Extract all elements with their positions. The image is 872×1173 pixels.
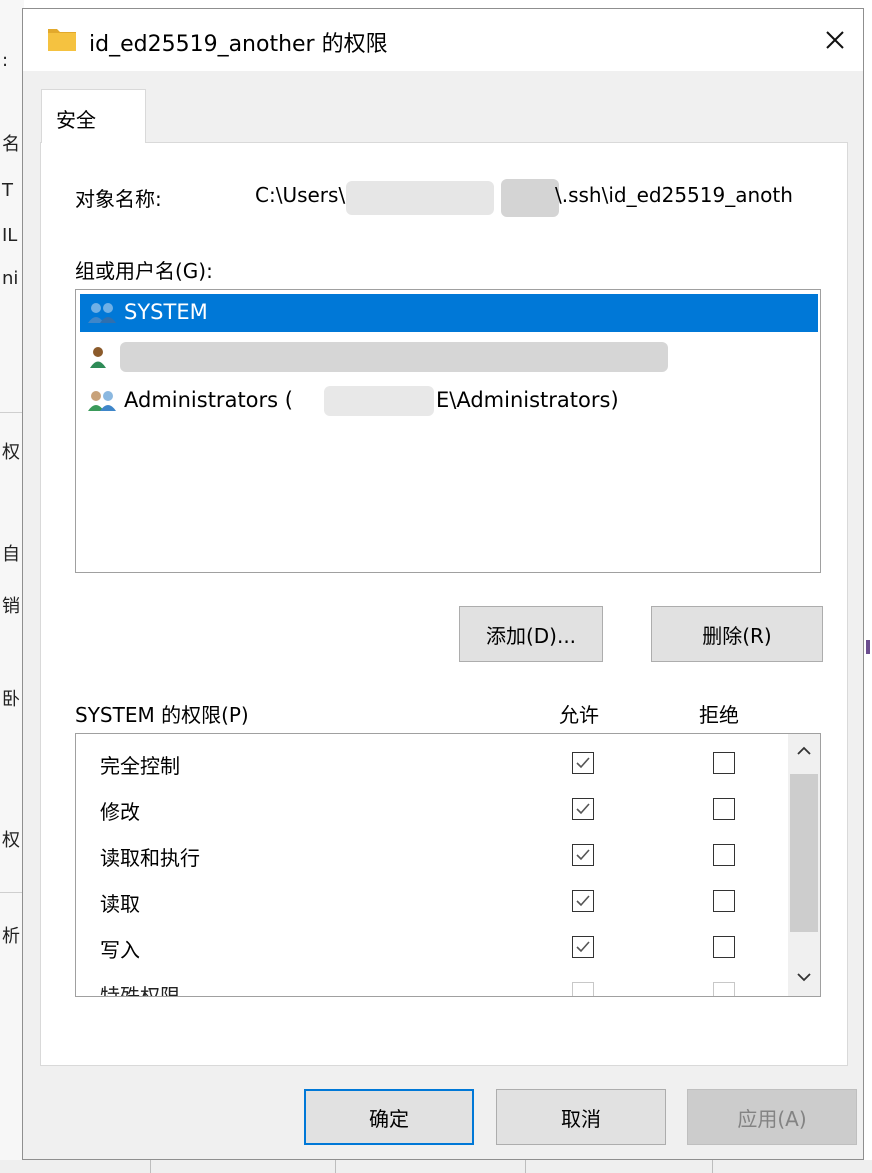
permissions-list[interactable]: 完全控制 修改 读取和执行 读取 写入 特殊权限	[75, 733, 821, 997]
add-button[interactable]: 添加(D)...	[459, 606, 603, 662]
background-text: :	[2, 50, 9, 71]
deny-checkbox[interactable]	[713, 752, 735, 774]
deny-checkbox[interactable]	[713, 844, 735, 866]
object-path-start: C:\Users\	[255, 183, 346, 207]
background-divider	[0, 892, 24, 893]
background-text: 析	[2, 926, 20, 947]
allow-checkbox[interactable]	[572, 936, 594, 958]
background-text: 销	[2, 596, 20, 617]
checkmark-icon	[576, 895, 590, 907]
checkmark-icon	[576, 849, 590, 861]
background-window: : 名 T IL ni 权 自 销 卧 权 析	[0, 0, 24, 1173]
background-divider	[0, 412, 24, 413]
security-panel: 对象名称: C:\Users\ \.ssh\id_ed25519_anoth 组…	[40, 142, 848, 1066]
checkmark-icon	[576, 757, 590, 769]
deny-checkbox[interactable]	[713, 798, 735, 820]
user-row-redacted[interactable]	[80, 338, 818, 376]
deny-checkbox[interactable]	[713, 890, 735, 912]
group-user-label: 组或用户名(G):	[75, 259, 213, 283]
permission-row-special: 特殊权限	[76, 970, 786, 997]
group-users-icon	[88, 303, 116, 323]
user-name-tail: E\Administrators)	[436, 388, 619, 412]
background-text: IL	[2, 225, 18, 246]
dialog-title: id_ed25519_another 的权限	[89, 32, 388, 57]
scroll-down-arrow[interactable]	[788, 960, 820, 994]
redacted-region	[346, 181, 494, 215]
permission-row-full-control: 完全控制	[76, 740, 786, 786]
permission-row-modify: 修改	[76, 786, 786, 832]
permission-name: 写入	[100, 938, 140, 962]
object-name-label: 对象名称:	[75, 187, 162, 211]
permission-name: 修改	[100, 800, 140, 824]
deny-checkbox[interactable]	[713, 982, 735, 996]
permission-name: 读取	[100, 892, 140, 916]
permissions-dialog: id_ed25519_another 的权限 对象名称: C:\Users\ \…	[22, 8, 864, 1160]
permission-name: 读取和执行	[100, 846, 200, 870]
close-icon[interactable]	[815, 20, 855, 60]
permission-row-read: 读取	[76, 878, 786, 924]
cancel-button[interactable]: 取消	[496, 1089, 666, 1145]
allow-checkbox[interactable]	[572, 982, 594, 996]
background-accent	[866, 640, 870, 654]
ok-button[interactable]: 确定	[304, 1089, 474, 1145]
apply-button[interactable]: 应用(A)	[687, 1089, 857, 1145]
background-text: 权	[2, 442, 20, 463]
checkmark-icon	[576, 803, 590, 815]
chevron-down-icon	[797, 973, 811, 982]
user-list[interactable]: SYSTEM Administrators ( E\Administrators…	[75, 289, 821, 573]
allow-checkbox[interactable]	[572, 844, 594, 866]
permission-name: 完全控制	[100, 754, 180, 778]
allow-header: 允许	[559, 703, 599, 727]
allow-checkbox[interactable]	[572, 798, 594, 820]
redacted-region	[120, 342, 668, 372]
group-users-icon	[88, 391, 116, 411]
user-name: Administrators (	[124, 388, 293, 412]
user-row-administrators[interactable]: Administrators ( E\Administrators)	[80, 382, 818, 420]
background-text: ni	[2, 268, 19, 289]
permission-name: 特殊权限	[100, 984, 180, 997]
permissions-scrollbar[interactable]	[788, 734, 820, 996]
permissions-label: SYSTEM 的权限(P)	[75, 703, 249, 727]
tab-security[interactable]: 安全	[41, 89, 146, 143]
user-name: SYSTEM	[124, 300, 208, 324]
user-icon	[90, 347, 106, 368]
object-path-end: \.ssh\id_ed25519_anoth	[555, 183, 793, 207]
permission-row-read-execute: 读取和执行	[76, 832, 786, 878]
tab-label: 安全	[56, 108, 96, 132]
chevron-up-icon	[797, 746, 811, 755]
redacted-region	[324, 386, 434, 416]
title-bar[interactable]: id_ed25519_another 的权限	[23, 9, 863, 71]
user-row-system[interactable]: SYSTEM	[80, 294, 818, 332]
background-taskbar	[0, 1160, 872, 1173]
folder-icon	[48, 29, 76, 51]
scroll-up-arrow[interactable]	[788, 734, 820, 768]
checkmark-icon	[576, 941, 590, 953]
background-text: 权	[2, 830, 20, 851]
deny-header: 拒绝	[699, 703, 739, 727]
permission-row-write: 写入	[76, 924, 786, 970]
deny-checkbox[interactable]	[713, 936, 735, 958]
background-text: 名	[2, 134, 20, 155]
allow-checkbox[interactable]	[572, 752, 594, 774]
background-text: T	[2, 180, 13, 201]
background-text: 自	[2, 544, 20, 565]
redacted-region	[501, 179, 559, 217]
background-text: 卧	[2, 689, 20, 710]
scroll-thumb[interactable]	[790, 774, 818, 932]
allow-checkbox[interactable]	[572, 890, 594, 912]
remove-button[interactable]: 删除(R)	[651, 606, 823, 662]
